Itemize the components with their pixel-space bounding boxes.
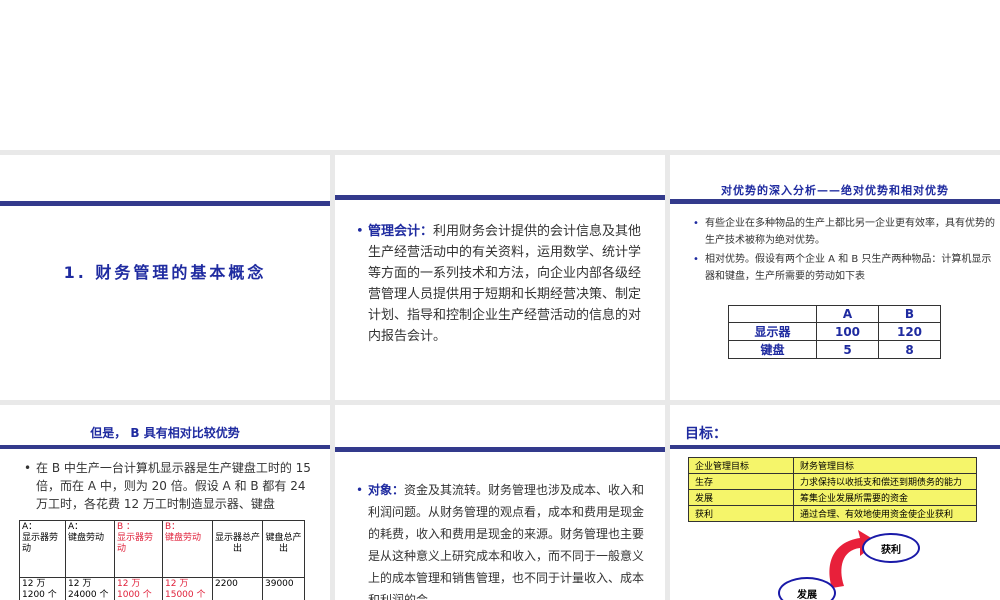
cell: 39000 [262, 577, 305, 600]
slide-title: 目标： [685, 426, 727, 442]
cell: 8 [878, 340, 941, 359]
title-bar [670, 199, 1000, 204]
bullet-item: • 有些企业在多种物品的生产上都比另一企业更有效率，具有优势的生产技术被称为绝对优… [693, 215, 995, 249]
title-bar [335, 195, 665, 200]
bullet-item: • 相对优势。假设有两个企业 A 和 B 只生产两种物品：计算机显示器和键盘，生产… [693, 251, 995, 285]
cell: 键盘劳动 [165, 533, 202, 543]
cell: B： [165, 522, 181, 532]
bullet-text: 有些企业在多种物品的生产上都比另一企业更有效率，具有优势的生产技术被称为绝对优势… [705, 218, 995, 246]
bullet-icon: • [356, 224, 364, 239]
cell: 2200 [212, 577, 263, 600]
cell: 显示器 [727, 322, 818, 341]
cell: 发展 [688, 489, 794, 506]
slide-title: 1. 财务管理的基本概念 [63, 263, 267, 282]
bullet-icon: • [356, 483, 364, 497]
slide-6[interactable]: 目标： 企业管理目标 财务管理目标 生存 力求保持以收抵支和偿还到期债务的能力 发展… [670, 405, 1000, 600]
cell: 键盘总产出 [265, 533, 302, 554]
cell: 5 [816, 340, 879, 359]
cell: 获利 [688, 505, 794, 522]
bullet-text: 相对优势。假设有两个企业 A 和 B 只生产两种物品：计算机显示器和键盘，生产所… [705, 254, 992, 282]
cell: 12 万 [68, 579, 92, 589]
cell: 键盘劳动 [68, 533, 105, 543]
cell: 筹集企业发展所需要的资金 [793, 489, 977, 506]
title-bar [0, 445, 330, 449]
output-table: A： 显示器劳动 A： 键盘劳动 B ：显示器劳动 B： 键盘劳动 显示器总产出 键盘… [19, 520, 305, 600]
cell [727, 305, 818, 323]
term-label: 管理会计： [368, 224, 434, 239]
slide-1[interactable]: 1. 财务管理的基本概念 [0, 155, 330, 400]
definition-text: 资金及其流转。财务管理也涉及成本、收入和利润问题。从财务管理的观点看，成本和费用… [368, 483, 645, 600]
title-bar [335, 447, 665, 452]
slide-title: 但是， B 具有相对比较优势 [90, 426, 240, 440]
cell: 键盘 [727, 340, 818, 359]
cell: 12 万 [22, 579, 46, 589]
bullet-text: 在 B 中生产一台计算机显示器是生产键盘工时的 15 倍，而在 A 中，则为 2… [36, 461, 311, 511]
cell: 财务管理目标 [793, 457, 977, 474]
cell: B [878, 305, 941, 323]
bullet-icon: • [693, 254, 699, 265]
cell: 企业管理目标 [688, 457, 794, 474]
bullet-icon: • [693, 218, 699, 229]
cell: A [816, 305, 879, 323]
labor-table: AB 显示器 100 120 键盘 5 8 [727, 305, 941, 359]
cell: 1200 个 [22, 590, 57, 600]
cell: 12 万 [165, 579, 189, 589]
cell: 1000 个 [117, 590, 152, 600]
cell: A： [68, 522, 84, 532]
cell: 显示器劳动 [117, 533, 154, 554]
title-bar [0, 201, 330, 206]
bullet-icon: • [24, 461, 32, 475]
title-bar [670, 445, 1000, 449]
cell: 12 万 [117, 579, 141, 589]
slide-2[interactable]: • 管理会计：利用财务会计提供的会计信息及其他生产经营活动中的有关资料，运用数学… [335, 155, 665, 400]
cell: 15000 个 [165, 590, 206, 600]
cell: 120 [878, 322, 941, 341]
cell: A： [22, 522, 38, 532]
cell: 显示器劳动 [22, 533, 59, 554]
slide-5[interactable]: • 对象：资金及其流转。财务管理也涉及成本、收入和利润问题。从财务管理的观点看，… [335, 405, 665, 600]
cell: B ： [117, 522, 136, 532]
term-label: 对象： [368, 483, 405, 497]
slide-3[interactable]: 对优势的深入分析——绝对优势和相对优势 • 有些企业在多种物品的生产上都比另一企业… [670, 155, 1000, 400]
diagram-node-profit: 获利 [862, 533, 920, 563]
definition-text: 利用财务会计提供的会计信息及其他生产经营活动中的有关资料，运用数学、统计学等方面… [368, 224, 642, 344]
cell: 力求保持以收抵支和偿还到期债务的能力 [793, 473, 977, 490]
cell: 生存 [688, 473, 794, 490]
slide-4[interactable]: 但是， B 具有相对比较优势 • 在 B 中生产一台计算机显示器是生产键盘工时的… [0, 405, 330, 600]
cell: 通过合理、有效地使用资金使企业获利 [793, 505, 977, 522]
cell: 100 [816, 322, 879, 341]
cell: 24000 个 [68, 590, 109, 600]
goals-table: 企业管理目标 财务管理目标 生存 力求保持以收抵支和偿还到期债务的能力 发展 筹集企业… [688, 457, 977, 522]
cell: 显示器总产出 [215, 533, 261, 554]
slide-title: 对优势的深入分析——绝对优势和相对优势 [721, 184, 949, 197]
